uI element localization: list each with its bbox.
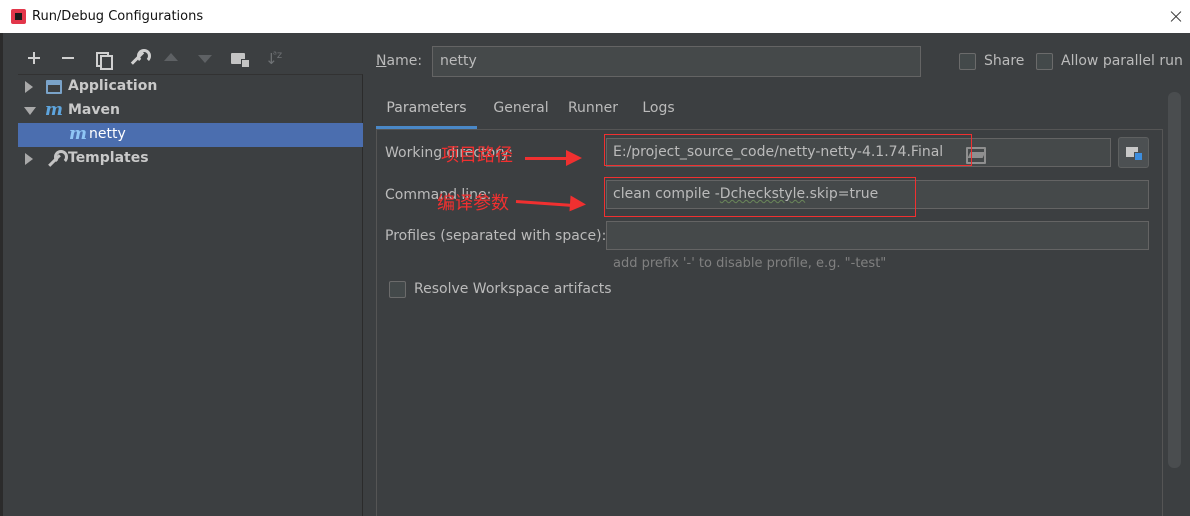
tree-item-label: Templates [68,150,149,166]
annotation-arrowhead-2 [569,195,587,213]
maven-icon: m [69,124,87,144]
config-toolbar [18,44,363,74]
resolve-workspace-checkbox[interactable] [389,281,406,298]
tree-item-label: netty [89,126,126,142]
tree-item-maven[interactable]: m Maven [18,99,363,123]
edit-defaults-icon[interactable] [124,44,151,72]
name-label: Name: [376,53,423,69]
remove-icon[interactable] [56,44,82,72]
wrench-icon [46,150,68,168]
window-title: Run/Debug Configurations [32,9,204,24]
share-label: Share [984,53,1025,69]
tree-item-templates[interactable]: Templates [18,147,363,171]
allow-parallel-run-checkbox[interactable] [1036,53,1053,70]
annotation-box-command-line [604,177,916,217]
tab-bar: Parameters General Runner Logs [376,92,776,129]
resolve-workspace-label: Resolve Workspace artifacts [414,281,612,297]
move-down-icon[interactable] [192,44,218,72]
intellij-app-icon [11,9,26,24]
tree-item-label: Maven [68,102,120,118]
annotation-arrowhead-1 [566,150,582,166]
application-icon [46,80,62,94]
profiles-hint: add prefix '-' to disable profile, e.g. … [613,256,887,271]
title-bar: Run/Debug Configurations [0,0,1190,33]
tree-item-netty[interactable]: m netty [18,123,363,147]
profiles-input[interactable] [606,221,1149,250]
annotation-box-working-dir [604,134,972,166]
move-up-icon[interactable] [158,44,184,72]
share-checkbox[interactable] [959,53,976,70]
copy-icon[interactable] [90,44,116,72]
tree-item-label: Application [68,78,158,94]
browse-folder-icon [1126,147,1143,161]
vertical-scrollbar[interactable] [1168,92,1181,468]
annotation-compile-params: 编译参数 [437,193,509,214]
tab-logs[interactable]: Logs [633,92,684,129]
browse-button[interactable] [1118,137,1149,168]
expand-arrow-icon[interactable] [25,153,33,165]
tab-parameters[interactable]: Parameters [376,92,477,129]
annotation-project-path: 项目路径 [441,145,513,166]
profiles-label: Profiles (separated with space): [385,228,607,244]
tree-item-application[interactable]: Application [18,75,363,99]
background-window-edge [0,33,3,516]
name-input[interactable]: netty [432,46,921,77]
collapse-arrow-icon[interactable] [24,107,36,115]
new-folder-icon[interactable] [226,44,252,72]
configuration-tree: Application m Maven m netty Templates [18,74,363,516]
expand-arrow-icon[interactable] [25,81,33,93]
tab-general[interactable]: General [481,92,561,129]
tab-runner[interactable]: Runner [562,92,624,129]
allow-parallel-run-label: Allow parallel run [1061,53,1183,69]
sort-icon[interactable] [260,44,286,72]
maven-icon: m [45,100,63,120]
add-icon[interactable] [22,44,48,72]
close-icon[interactable] [1160,0,1190,33]
annotation-arrow-1 [525,157,570,160]
